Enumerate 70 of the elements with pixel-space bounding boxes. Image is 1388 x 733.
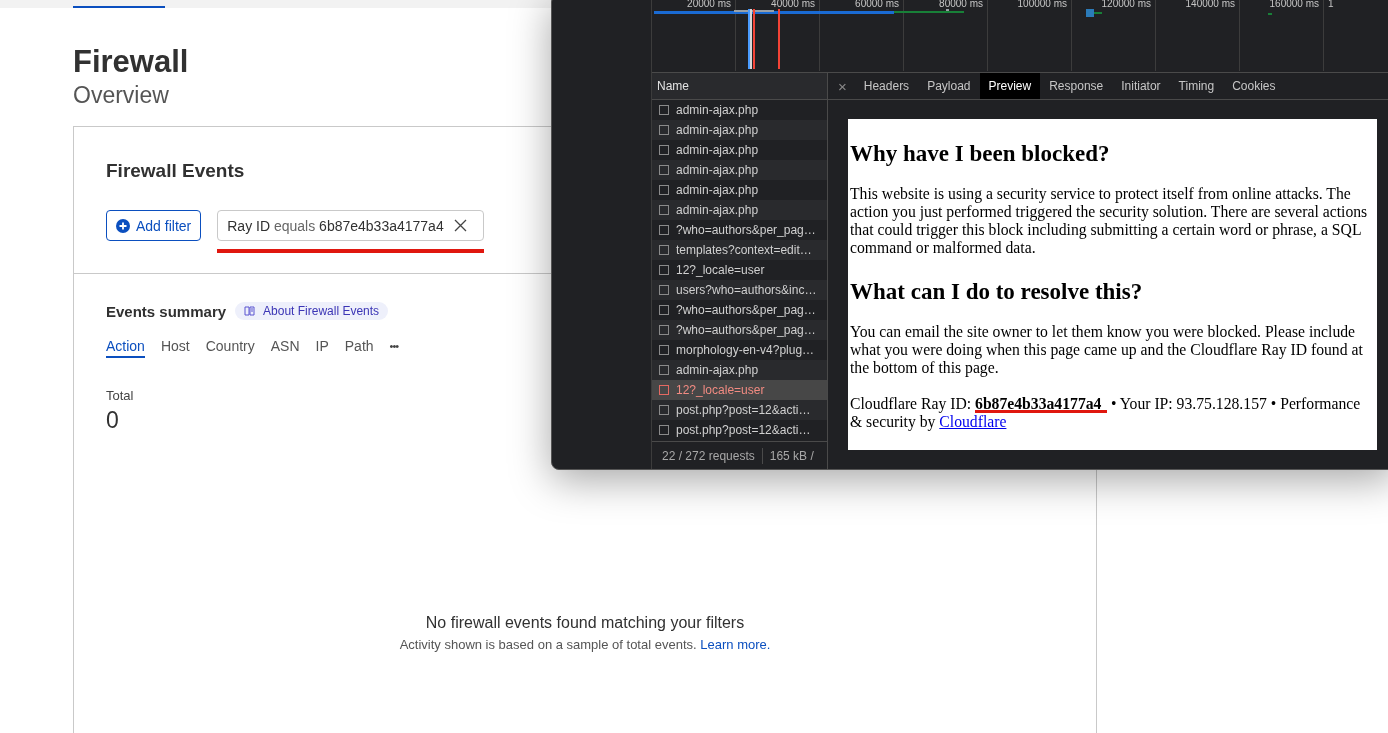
cloudflare-link[interactable]: Cloudflare [939, 413, 1007, 430]
request-name: ?who=authors&per_pag… [676, 303, 816, 317]
close-icon[interactable] [453, 219, 467, 232]
request-row[interactable]: post.php?post=12&acti… [652, 400, 827, 420]
request-name: admin-ajax.php [676, 103, 759, 117]
request-name: admin-ajax.php [676, 163, 759, 177]
request-row[interactable]: ?who=authors&per_pag… [652, 320, 827, 340]
card-title: Firewall Events [106, 160, 245, 182]
devtools-tab[interactable]: Timing [1169, 73, 1224, 99]
request-name: admin-ajax.php [676, 203, 759, 217]
page-title: Firewall [73, 44, 189, 80]
paragraph: You can email the site owner to let them know you were blocked. Please include what you were doing when this page came up and the Cloudflare Ray ID found at the bottom of this page. [850, 323, 1364, 377]
request-name: admin-ajax.php [676, 363, 759, 377]
summary-tab[interactable]: Action [106, 338, 145, 358]
more-button[interactable]: ••• [389, 340, 399, 356]
heading: What can I do to resolve this? [850, 279, 1144, 305]
page-subtitle: Overview [73, 81, 169, 110]
heading: Why have I been blocked? [850, 141, 1111, 167]
empty-title: No firewall events found matching your filters [425, 614, 745, 632]
request-name: ?who=authors&per_pag… [676, 323, 816, 337]
total-label: Total [106, 388, 134, 403]
request-name: morphology-en-v4?plug… [676, 343, 815, 357]
empty-text: Activity shown is based on a sample of total events. Learn more. [399, 637, 771, 652]
request-row[interactable]: admin-ajax.php [652, 200, 827, 220]
summary-tab[interactable]: IP [315, 338, 329, 358]
filter-chip[interactable]: Ray ID equals 6b87e4b33a4177a4 [217, 210, 485, 241]
filter-text: Ray ID equals 6b87e4b33a4177a4 [227, 217, 444, 234]
request-name: post.php?post=12&acti… [676, 403, 811, 417]
request-row[interactable]: templates?context=edit… [652, 240, 827, 260]
close-button[interactable]: × [834, 73, 855, 99]
devtools-tab[interactable]: Preview [979, 73, 1041, 99]
request-row[interactable]: 12?_locale=user [652, 380, 827, 400]
summary-tab[interactable]: Host [160, 338, 190, 358]
devtools-tab[interactable]: Response [1040, 73, 1113, 99]
summary-tab[interactable]: Country [205, 338, 255, 358]
devtools-tab[interactable]: Headers [854, 73, 919, 99]
paragraph: This website is using a security service to protect itself from online attacks. The action you just performed triggered the security solution. There are several actions that could trigger this block including submitting a certain word or phrase, a SQL command or malformed data. [850, 185, 1369, 257]
devtools-tab[interactable]: Payload [918, 73, 980, 99]
devtools-tab[interactable]: Initiator [1112, 73, 1170, 99]
about-link[interactable]: About Firewall Events [235, 302, 389, 320]
plus-icon [116, 218, 130, 233]
request-name: users?who=authors&inc… [676, 283, 817, 297]
timeline-tick: 1 [1327, 0, 1334, 9]
add-filter-button[interactable]: Add filter [106, 210, 202, 241]
summary-tab[interactable]: Path [344, 338, 374, 358]
learn-more-link[interactable]: Learn more. [700, 637, 771, 652]
request-row[interactable]: users?who=authors&inc… [652, 280, 827, 300]
request-name: admin-ajax.php [676, 143, 759, 157]
request-name: ?who=authors&per_pag… [676, 223, 816, 237]
timeline-tick: 160000 ms [1240, 0, 1324, 71]
devtools-tab[interactable]: Cookies [1223, 73, 1285, 99]
request-count: 22 / 272 requests [662, 448, 755, 463]
total-value: 0 [106, 407, 119, 434]
request-row[interactable]: admin-ajax.php [652, 360, 827, 380]
request-name: admin-ajax.php [676, 123, 759, 137]
request-name: 12?_locale=user [676, 383, 765, 397]
request-row[interactable]: admin-ajax.php [652, 120, 827, 140]
request-name: templates?context=edit… [676, 243, 812, 257]
transfer-size: 165 kB / [769, 448, 814, 463]
timeline-tick: 100000 ms [988, 0, 1072, 71]
request-name: 12?_locale=user [676, 263, 765, 277]
request-name: admin-ajax.php [676, 183, 759, 197]
book-icon [244, 306, 256, 316]
request-row[interactable]: admin-ajax.php [652, 160, 827, 180]
column-header: Name [652, 73, 827, 100]
request-name: post.php?post=12&acti… [676, 423, 811, 437]
timeline-tick: 140000 ms [1156, 0, 1240, 71]
summary-tab[interactable]: ASN [270, 338, 300, 358]
ray-id-line: Cloudflare Ray ID: 6b87e4b33a4177a4 • Your IP: 93.75.128.157 • Performance & security by Cloudflare [850, 395, 1362, 431]
section-title: Events summary [106, 302, 227, 320]
